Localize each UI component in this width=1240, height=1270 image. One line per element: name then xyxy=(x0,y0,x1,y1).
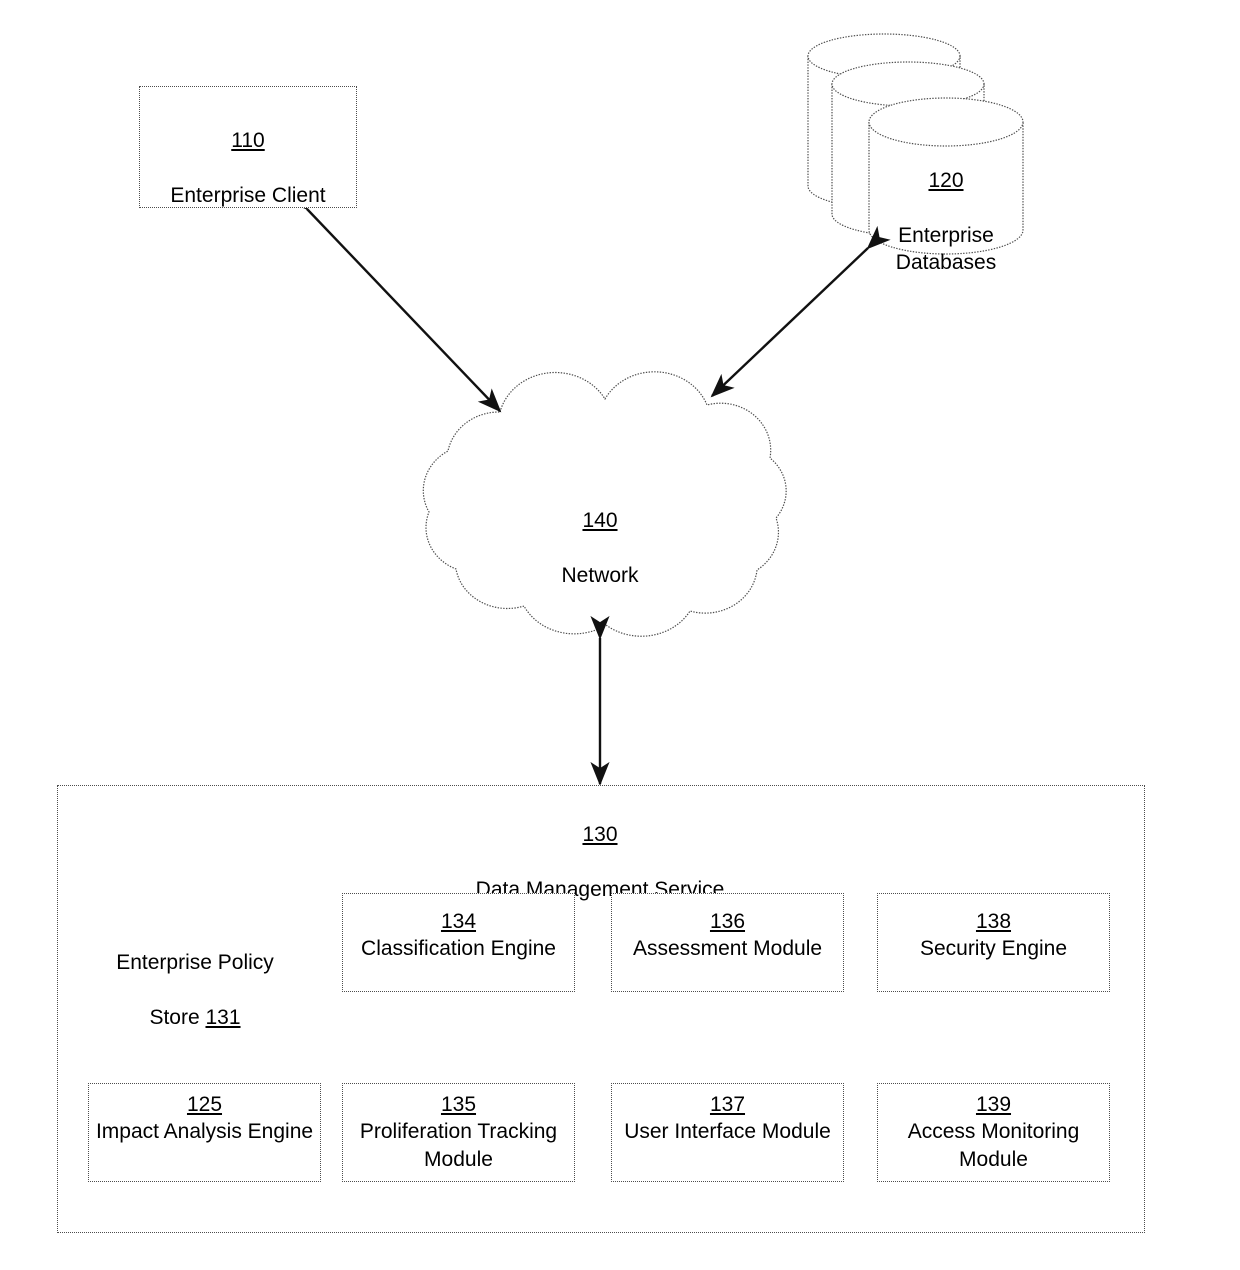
module-box-impact-analysis-engine[interactable] xyxy=(88,1083,321,1182)
enterprise-databases-shape xyxy=(807,33,1024,255)
network-ref: 140 xyxy=(582,509,618,533)
enterprise-databases-name: Enterprise Databases xyxy=(895,223,997,275)
module-box-access-monitoring-module[interactable] xyxy=(877,1083,1110,1182)
enterprise-databases-label: 120 Enterprise Databases xyxy=(862,140,1030,276)
module-box-proliferation-tracking-module[interactable] xyxy=(342,1083,575,1182)
enterprise-client-box[interactable] xyxy=(139,86,357,208)
module-box-user-interface-module[interactable] xyxy=(611,1083,844,1182)
module-box-security-engine[interactable] xyxy=(877,893,1110,992)
module-box-classification-engine[interactable] xyxy=(342,893,575,992)
connector-databases-network xyxy=(710,225,891,398)
figure-canvas: 110 Enterprise Client 120 Enterprise Dat… xyxy=(0,0,1240,1270)
enterprise-databases-ref: 120 xyxy=(928,169,964,193)
network-name: Network xyxy=(561,563,639,587)
network-label: 140 Network xyxy=(505,480,695,589)
network-cloud-shape xyxy=(422,371,787,637)
connector-client-network xyxy=(284,186,502,413)
module-box-assessment-module[interactable] xyxy=(611,893,844,992)
